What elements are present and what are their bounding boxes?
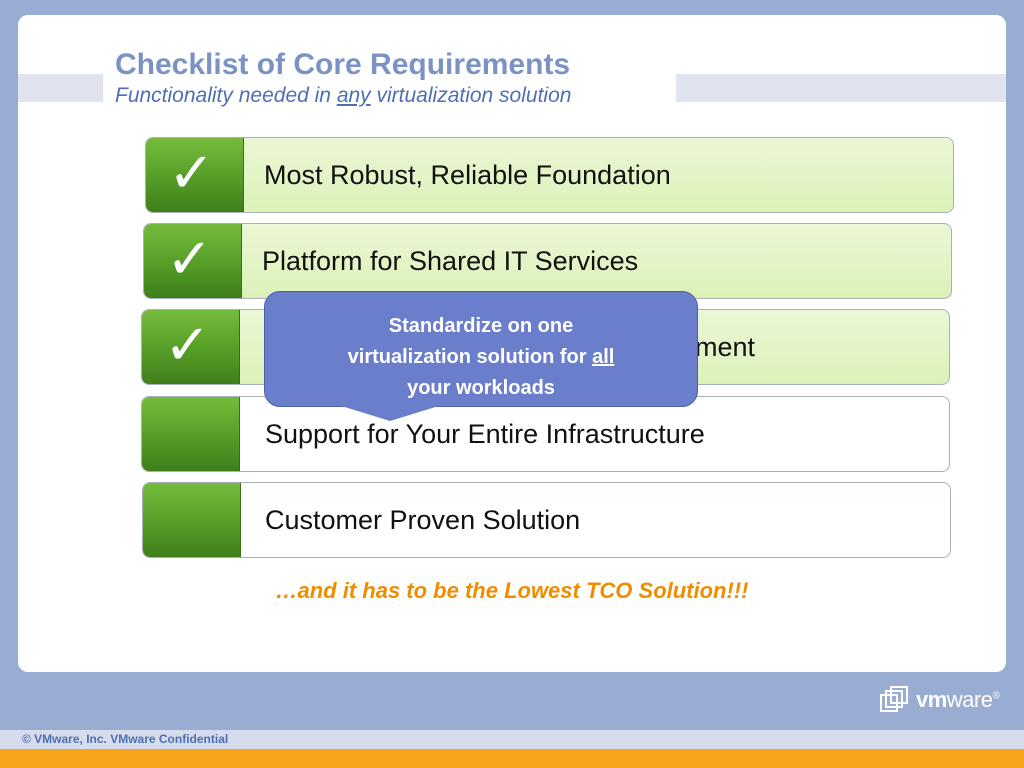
slide-title: Checklist of Core Requirements <box>115 48 571 81</box>
checkmark-icon: ✓ <box>166 227 213 292</box>
vmware-logo-text: vmware® <box>916 687 1000 713</box>
logo-text-rest: ware <box>946 687 993 712</box>
logo-registered-mark: ® <box>992 690 1000 702</box>
callout-line: Standardize on one <box>388 315 574 337</box>
checklist-item-label: Most Robust, Reliable Foundation <box>264 160 671 190</box>
callout-emphasis: all <box>592 346 615 368</box>
tagline: …and it has to be the Lowest TCO Solutio… <box>275 578 749 603</box>
check-box <box>142 397 240 471</box>
checkmark-icon: ✓ <box>168 141 215 206</box>
callout-line: your workloads <box>407 377 555 399</box>
checklist-item: ✓ Platform for Shared IT Services <box>143 223 952 299</box>
subtitle-text-before: Functionality needed in <box>115 84 337 107</box>
title-band-left <box>18 74 103 102</box>
check-box: ✓ <box>144 224 242 298</box>
subtitle-emphasis: any <box>336 84 371 107</box>
checklist-item-label: Customer Proven Solution <box>265 505 581 535</box>
subtitle-text-after: virtualization solution <box>370 84 572 107</box>
check-box: ✓ <box>142 310 240 384</box>
checklist-item: Support for Your Entire Infrastructure <box>141 396 950 472</box>
checklist-item-label: Support for Your Entire Infrastructure <box>265 419 705 449</box>
slide-subtitle: Functionality needed in any virtualizati… <box>115 83 571 109</box>
callout-text-before: virtualization solution for <box>347 346 593 368</box>
footer-copyright: © VMware, Inc. VMware Confidential <box>22 732 229 746</box>
checkmark-icon: ✓ <box>164 313 211 378</box>
title-band-right <box>676 74 1006 102</box>
checklist-item: ✓ Most Robust, Reliable Foundation <box>145 137 954 213</box>
logo-text-bold: vm <box>916 687 947 712</box>
check-box: ✓ <box>146 138 244 212</box>
checklist-item: Customer Proven Solution <box>142 482 951 558</box>
callout-line: virtualization solution for all <box>265 342 697 373</box>
callout-bubble: Standardize on one virtualization soluti… <box>264 291 698 407</box>
vmware-logo-icon <box>880 686 908 712</box>
check-box <box>143 483 241 557</box>
footer-accent-bar <box>0 749 1024 768</box>
checklist-item-label: Platform for Shared IT Services <box>262 246 639 276</box>
callout-pointer <box>338 405 442 421</box>
